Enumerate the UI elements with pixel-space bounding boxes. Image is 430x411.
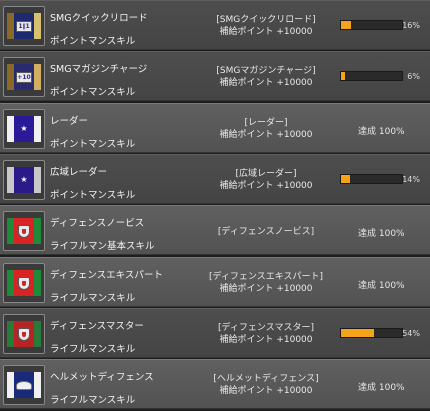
progress-percent: 6% <box>407 72 420 81</box>
skill-ribbon-icon <box>3 314 45 354</box>
progress-bar <box>340 71 403 81</box>
shield-icon <box>18 276 30 290</box>
shield-icon <box>18 224 30 238</box>
skill-name: レーダー <box>50 116 89 127</box>
skill-ribbon-icon: 1∥1 <box>3 6 45 46</box>
progress-bar <box>340 20 403 30</box>
skill-type: ライフルマン基本スキル <box>50 241 155 252</box>
skill-type: ポイントマンスキル <box>50 87 136 98</box>
wings-icon <box>16 380 32 390</box>
skill-type: ポイントマンスキル <box>50 190 136 201</box>
achieved-status: 達成 100% <box>358 229 405 239</box>
reward-points: 補給ポイント +10000 <box>219 386 313 396</box>
progress-fill <box>341 72 345 80</box>
progress-fill <box>341 175 350 183</box>
shield-icon <box>18 327 30 341</box>
progress-percent: 54% <box>402 329 420 338</box>
progress-bar <box>340 328 403 338</box>
skill-row[interactable]: ヘルメットディフェンス ライフルマンスキル [ヘルメットディフェンス] 補給ポイント … <box>0 359 430 409</box>
progress-fill <box>341 21 351 29</box>
reward-points: 補給ポイント +10000 <box>219 78 313 88</box>
achieved-status: 達成 100% <box>358 383 405 393</box>
skill-list: 1∥1 SMGクイックリロード ポイントマンスキル [SMGクイックリロード] 補給ポイ… <box>0 0 430 411</box>
progress-percent: 14% <box>402 175 420 184</box>
skill-name: ディフェンスエキスパート <box>50 270 163 281</box>
skill-ribbon-icon <box>3 365 45 405</box>
skill-row[interactable]: ★ レーダー ポイントマンスキル [レーダー] 補給ポイント +10000 達成 100% <box>0 103 430 153</box>
skill-row[interactable]: ディフェンスマスター ライフルマンスキル [ディフェンスマスター] 補給ポイント +1… <box>0 308 430 358</box>
skill-ribbon-icon: +10 <box>3 57 45 97</box>
achieved-status: 達成 100% <box>358 281 405 291</box>
skill-type: ポイントマンスキル <box>50 139 136 150</box>
skill-ribbon-icon <box>3 211 45 251</box>
reward-points: 補給ポイント +10000 <box>219 335 313 345</box>
skill-row[interactable]: ★ 広域レーダー ポイントマンスキル [広域レーダー] 補給ポイント +10000 14% <box>0 154 430 204</box>
skill-bracket-name: [ディフェンスノービス] <box>217 227 315 237</box>
skill-type: ライフルマンスキル <box>50 344 136 355</box>
skill-row[interactable]: ディフェンスノービス ライフルマン基本スキル [ディフェンスノービス] 達成 100% <box>0 205 430 255</box>
progress-bar <box>340 174 403 184</box>
reward-points: 補給ポイント +10000 <box>219 181 313 191</box>
progress-fill <box>341 329 374 337</box>
reward-points: 補給ポイント +10000 <box>219 27 313 37</box>
progress-percent: 16% <box>402 21 420 30</box>
skill-type: ライフルマンスキル <box>50 395 136 406</box>
skill-row[interactable]: 1∥1 SMGクイックリロード ポイントマンスキル [SMGクイックリロード] 補給ポイ… <box>0 0 430 50</box>
skill-type: ポイントマンスキル <box>50 36 136 47</box>
skill-name: SMGクイックリロード <box>50 13 148 24</box>
skill-name: SMGマガジンチャージ <box>50 64 148 75</box>
skill-name: 広域レーダー <box>50 167 108 178</box>
skill-type: ライフルマンスキル <box>50 293 136 304</box>
reward-points: 補給ポイント +10000 <box>219 130 313 140</box>
plate-icon: 1∥1 <box>16 20 32 32</box>
star-icon: ★ <box>20 174 28 184</box>
skill-ribbon-icon <box>3 263 45 303</box>
skill-name: ディフェンスマスター <box>50 321 144 332</box>
skill-ribbon-icon: ★ <box>3 109 45 149</box>
skill-row[interactable]: ディフェンスエキスパート ライフルマンスキル [ディフェンスエキスパート] 補給ポイン… <box>0 257 430 307</box>
skill-name: ヘルメットディフェンス <box>50 372 154 383</box>
skill-row[interactable]: +10 SMGマガジンチャージ ポイントマンスキル [SMGマガジンチャージ] 補給ポイ… <box>0 51 430 101</box>
reward-points: 補給ポイント +10000 <box>219 284 313 294</box>
plate-icon: +10 <box>16 71 32 83</box>
achieved-status: 達成 100% <box>358 127 405 137</box>
skill-name: ディフェンスノービス <box>50 218 145 229</box>
star-icon: ★ <box>20 123 28 133</box>
skill-ribbon-icon: ★ <box>3 160 45 200</box>
